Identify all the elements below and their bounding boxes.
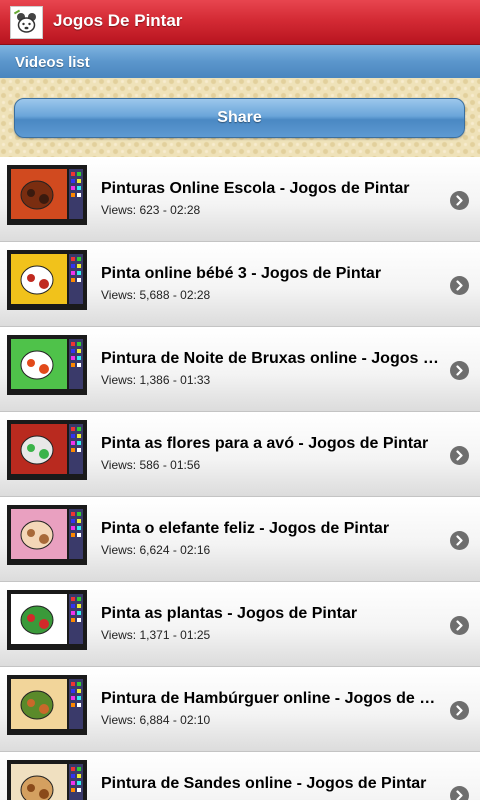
video-meta: Views: 1,371 - 01:25: [101, 628, 211, 642]
share-area: Share: [0, 78, 480, 157]
video-thumbnail: [7, 335, 87, 395]
video-title: Pinta as flores para a avó - Jogos de Pi…: [101, 435, 429, 452]
video-list-item[interactable]: Pinta as plantas - Jogos de Pintar Views:…: [0, 582, 480, 667]
chevron-right-icon: [450, 361, 469, 380]
video-title: Pintura de Sandes online - Jogos de Pint…: [101, 775, 427, 792]
video-list-item[interactable]: Pintura de Noite de Bruxas online - Jogo…: [0, 327, 480, 412]
video-title: Pinta o elefante feliz - Jogos de Pintar: [101, 520, 390, 537]
chevron-right-icon: [450, 616, 469, 635]
share-button[interactable]: Share: [14, 98, 465, 138]
video-thumbnail: [7, 505, 87, 565]
video-list-item[interactable]: Pinta online bébé 3 - Jogos de Pintar Vie…: [0, 242, 480, 327]
video-thumbnail: [7, 760, 87, 800]
app-logo-icon: [10, 6, 43, 39]
video-thumbnail: [7, 165, 87, 225]
chevron-right-icon: [450, 191, 469, 210]
video-thumbnail: [7, 420, 87, 480]
video-list-item[interactable]: Pinturas Online Escola - Jogos de Pintar…: [0, 157, 480, 242]
app-title: Jogos De Pintar: [53, 11, 183, 30]
video-meta: Views: 623 - 02:28: [101, 203, 201, 217]
video-title: Pinta as plantas - Jogos de Pintar: [101, 605, 358, 622]
video-thumbnail: [7, 250, 87, 310]
video-list-item[interactable]: Pintura de Sandes online - Jogos de Pint…: [0, 752, 480, 800]
chevron-right-icon: [450, 531, 469, 550]
video-list-item[interactable]: Pinta as flores para a avó - Jogos de Pi…: [0, 412, 480, 497]
title-bar: Jogos De Pintar: [0, 0, 480, 45]
video-meta: Views: 6,884 - 02:10: [101, 713, 211, 727]
video-title: Pintura de Noite de Bruxas online - Jogo…: [101, 350, 443, 367]
chevron-right-icon: [450, 276, 469, 295]
section-header: Videos list: [0, 45, 480, 78]
video-list-item[interactable]: Pintura de Hambúrguer online - Jogos de …: [0, 667, 480, 752]
chevron-right-icon: [450, 701, 469, 720]
section-title: Videos list: [15, 54, 90, 71]
video-list: Pinturas Online Escola - Jogos de Pintar…: [0, 157, 480, 800]
video-meta: Views: 586 - 01:56: [101, 458, 201, 472]
video-title: Pinturas Online Escola - Jogos de Pintar: [101, 180, 410, 197]
app-screen: Jogos De Pintar Videos list Share Pintur…: [0, 0, 480, 800]
video-list-item[interactable]: Pinta o elefante feliz - Jogos de Pintar…: [0, 497, 480, 582]
video-thumbnail: [7, 675, 87, 735]
share-button-label: Share: [217, 109, 262, 126]
video-thumbnail: [7, 590, 87, 650]
video-meta: Views: 5,688 - 02:28: [101, 288, 211, 302]
video-title: Pintura de Hambúrguer online - Jogos de …: [101, 690, 443, 707]
video-meta: Views: 1,386 - 01:33: [101, 373, 211, 387]
chevron-right-icon: [450, 446, 469, 465]
chevron-right-icon: [450, 786, 469, 800]
video-meta: Views: 6,624 - 02:16: [101, 543, 211, 557]
video-title: Pinta online bébé 3 - Jogos de Pintar: [101, 265, 382, 282]
